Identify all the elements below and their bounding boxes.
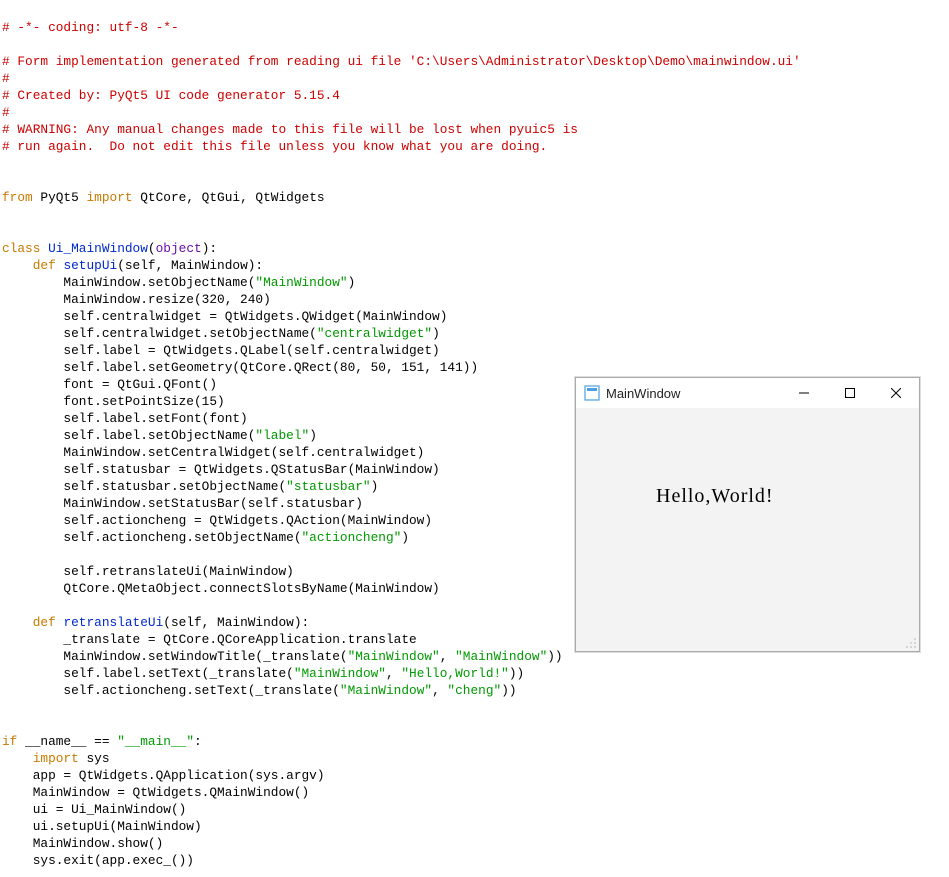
kw-def: def xyxy=(33,258,56,273)
central-widget: Hello,World! xyxy=(576,408,919,651)
maximize-button[interactable] xyxy=(827,378,873,408)
comment-line: # xyxy=(2,71,10,86)
kw-from: from xyxy=(2,190,33,205)
window-title: MainWindow xyxy=(606,385,781,402)
comment-line: # -*- coding: utf-8 -*- xyxy=(2,20,179,35)
close-button[interactable] xyxy=(873,378,919,408)
comment-line: # xyxy=(2,105,10,120)
minimize-button[interactable] xyxy=(781,378,827,408)
app-icon xyxy=(584,385,600,401)
fn-setupui: setupUi xyxy=(56,258,117,273)
kw-def: def xyxy=(33,615,56,630)
kw-class: class xyxy=(2,241,40,256)
titlebar[interactable]: MainWindow xyxy=(576,378,919,408)
comment-line: # WARNING: Any manual changes made to th… xyxy=(2,122,578,137)
class-name: Ui_MainWindow xyxy=(40,241,148,256)
pyqt-mainwindow[interactable]: MainWindow Hello,World! xyxy=(575,377,920,652)
fn-retranslateui: retranslateUi xyxy=(56,615,164,630)
comment-line: # Form implementation generated from rea… xyxy=(2,54,801,69)
comment-line: # run again. Do not edit this file unles… xyxy=(2,139,547,154)
kw-import: import xyxy=(33,751,79,766)
kw-if: if xyxy=(2,734,17,749)
comment-line: # Created by: PyQt5 UI code generator 5.… xyxy=(2,88,340,103)
hello-label: Hello,World! xyxy=(656,488,774,505)
kw-import: import xyxy=(86,190,132,205)
resize-grip-icon[interactable] xyxy=(903,635,917,649)
